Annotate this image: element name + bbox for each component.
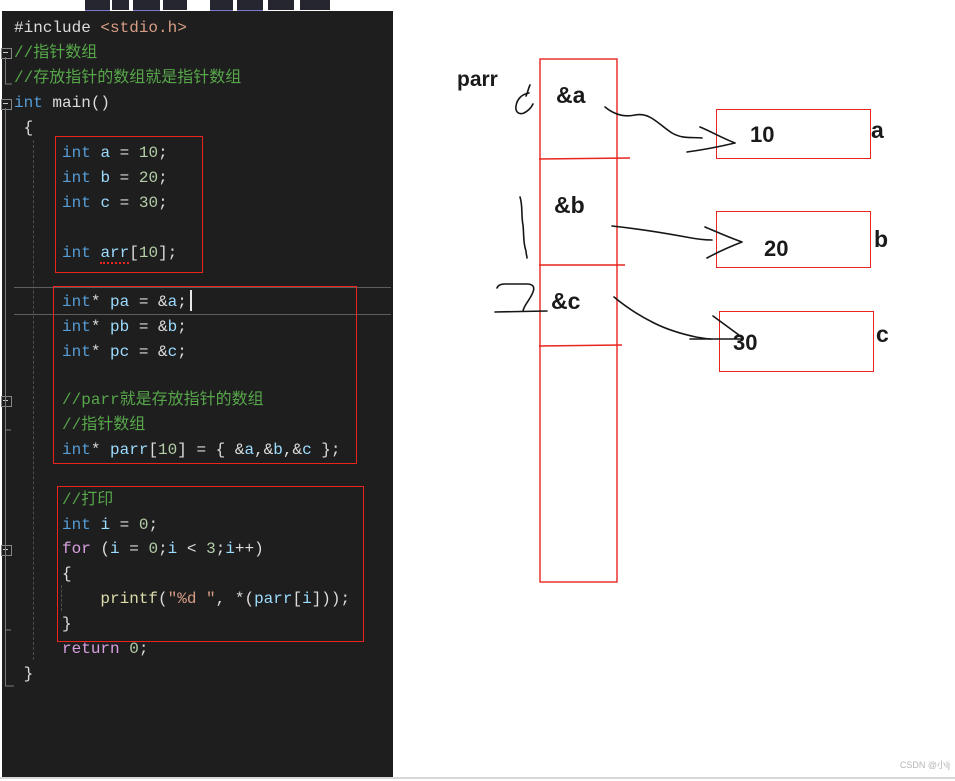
- code-line[interactable]: //指针数组: [14, 41, 97, 66]
- code-line[interactable]: {: [14, 116, 34, 141]
- code-line[interactable]: int main(): [14, 91, 110, 116]
- var-label-c: c: [876, 321, 889, 347]
- code-line[interactable]: }: [14, 662, 34, 687]
- code-line[interactable]: //存放指针的数组就是指针数组: [14, 66, 241, 91]
- toolbar-remnant: [112, 0, 129, 10]
- parr-array-column: [538, 58, 631, 583]
- annotation-box: [55, 136, 203, 273]
- value-box-a: [716, 109, 871, 159]
- code-line[interactable]: #include <stdio.h>: [14, 16, 187, 41]
- parr-hook-stroke: [515, 84, 534, 115]
- hand-arrows: [494, 84, 744, 340]
- arrow-b: [611, 225, 713, 241]
- toolbar-remnant: [300, 0, 330, 10]
- arrow-a: [604, 106, 703, 139]
- toolbar-remnant: [268, 0, 294, 10]
- arrow-c: [613, 296, 712, 340]
- value-b: 20: [764, 236, 789, 261]
- array-cell-label-a: &a: [556, 82, 586, 108]
- toolbar-remnant: [163, 0, 187, 10]
- fold-toggle-icon[interactable]: [1, 99, 12, 110]
- parr-label: parr: [457, 68, 498, 91]
- var-label-b: b: [874, 226, 889, 252]
- page: { "annotation_red": "#e8251f", "watermar…: [0, 0, 955, 781]
- value-a: 10: [750, 122, 775, 147]
- array-cell-label-c: &c: [551, 288, 581, 314]
- fold-toggle-icon[interactable]: [1, 48, 12, 59]
- b-squiggle-stroke: [519, 196, 528, 259]
- c-two-stroke: [494, 283, 548, 313]
- annotation-box: [53, 286, 357, 464]
- fold-toggle-icon[interactable]: [1, 545, 12, 556]
- fold-toggle-icon[interactable]: [1, 396, 12, 407]
- annotation-box: [57, 486, 364, 642]
- value-box-b: [716, 211, 871, 268]
- value-c: 30: [733, 330, 758, 355]
- array-cell-label-b: &b: [554, 192, 585, 218]
- var-label-a: a: [871, 117, 884, 143]
- window-bottom-divider: [0, 777, 955, 779]
- watermark: CSDN @小lj: [899, 760, 950, 770]
